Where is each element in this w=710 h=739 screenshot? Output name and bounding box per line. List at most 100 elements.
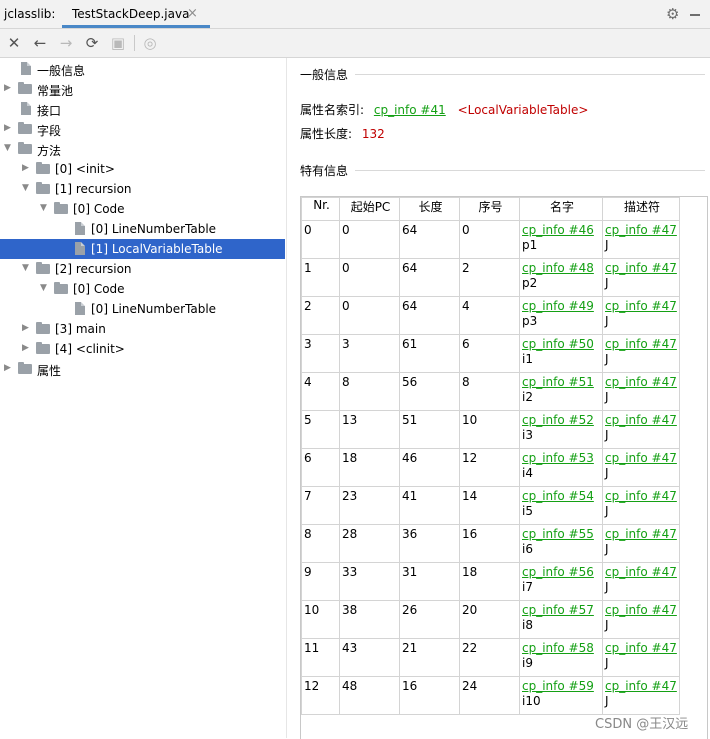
- column-header-nr[interactable]: Nr.: [301, 197, 340, 221]
- chevron-down-icon[interactable]: ▼: [40, 283, 50, 293]
- chevron-right-icon[interactable]: ▶: [22, 163, 32, 173]
- tree-item-method-main[interactable]: ▶ [3] main: [0, 319, 285, 339]
- cell-nr: 11: [301, 638, 340, 677]
- chevron-right-icon[interactable]: ▶: [4, 123, 14, 133]
- column-header-name[interactable]: 名字: [519, 197, 603, 221]
- tree-item-line-number-table[interactable]: [0] LineNumberTable: [0, 299, 285, 319]
- table-row[interactable]: 6 18 46 12 cp_info #53 i4 cp_info #47 J: [301, 448, 680, 487]
- column-header-start-pc[interactable]: 起始PC: [339, 197, 400, 221]
- name-link[interactable]: cp_info #55: [522, 527, 594, 541]
- chevron-down-icon[interactable]: ▼: [22, 263, 32, 273]
- descriptor-link[interactable]: cp_info #47: [605, 489, 677, 503]
- table-row[interactable]: 11 43 21 22 cp_info #58 i9 cp_info #47 J: [301, 638, 680, 677]
- tree-item-local-variable-table[interactable]: [1] LocalVariableTable: [0, 239, 285, 259]
- tree-item-method-recursion-2[interactable]: ▼ [2] recursion: [0, 259, 285, 279]
- tree-item-code[interactable]: ▼ [0] Code: [0, 279, 285, 299]
- name-link[interactable]: cp_info #48: [522, 261, 594, 275]
- descriptor-link[interactable]: cp_info #47: [605, 603, 677, 617]
- minimize-icon[interactable]: [690, 14, 700, 16]
- tree-item-method-clinit[interactable]: ▶ [4] <clinit>: [0, 339, 285, 359]
- column-header-length[interactable]: 长度: [399, 197, 460, 221]
- name-link[interactable]: cp_info #54: [522, 489, 594, 503]
- table-row[interactable]: 2 0 64 4 cp_info #49 p3 cp_info #47 J: [301, 296, 680, 335]
- tree-item-constant-pool[interactable]: ▶ 常量池: [0, 79, 285, 99]
- tree-item-fields[interactable]: ▶ 字段: [0, 119, 285, 139]
- tree-item-method-recursion-1[interactable]: ▼ [1] recursion: [0, 179, 285, 199]
- descriptor-link[interactable]: cp_info #47: [605, 413, 677, 427]
- cell-length: 64: [399, 258, 460, 297]
- descriptor-link[interactable]: cp_info #47: [605, 565, 677, 579]
- descriptor-link[interactable]: cp_info #47: [605, 299, 677, 313]
- descriptor-link[interactable]: cp_info #47: [605, 261, 677, 275]
- chevron-right-icon[interactable]: ▶: [22, 323, 32, 333]
- name-link[interactable]: cp_info #59: [522, 679, 594, 693]
- save-icon[interactable]: ▣: [109, 34, 127, 52]
- table-row[interactable]: 10 38 26 20 cp_info #57 i8 cp_info #47 J: [301, 600, 680, 639]
- cell-start-pc: 48: [339, 676, 400, 715]
- name-link[interactable]: cp_info #53: [522, 451, 594, 465]
- chevron-down-icon[interactable]: ▼: [22, 183, 32, 193]
- folder-icon: [18, 122, 32, 134]
- back-icon[interactable]: ←: [31, 34, 49, 52]
- name-value: i1: [522, 352, 533, 366]
- descriptor-link[interactable]: cp_info #47: [605, 641, 677, 655]
- column-header-index[interactable]: 序号: [459, 197, 520, 221]
- name-value: i4: [522, 466, 533, 480]
- column-header-descriptor[interactable]: 描述符: [602, 197, 680, 221]
- name-link[interactable]: cp_info #58: [522, 641, 594, 655]
- table-row[interactable]: 8 28 36 16 cp_info #55 i6 cp_info #47 J: [301, 524, 680, 563]
- name-link[interactable]: cp_info #49: [522, 299, 594, 313]
- name-link[interactable]: cp_info #56: [522, 565, 594, 579]
- tree-item-method-init[interactable]: ▶ [0] <init>: [0, 159, 285, 179]
- name-link[interactable]: cp_info #52: [522, 413, 594, 427]
- close-icon[interactable]: ✕: [5, 34, 23, 52]
- tree-item-interfaces[interactable]: 接口: [0, 99, 285, 119]
- attr-name-link[interactable]: cp_info #41: [374, 103, 446, 117]
- descriptor-link[interactable]: cp_info #47: [605, 451, 677, 465]
- descriptor-link[interactable]: cp_info #47: [605, 679, 677, 693]
- table-row[interactable]: 5 13 51 10 cp_info #52 i3 cp_info #47 J: [301, 410, 680, 449]
- tree-item-line-number-table[interactable]: [0] LineNumberTable: [0, 219, 285, 239]
- forward-icon[interactable]: →: [57, 34, 75, 52]
- cell-start-pc: 18: [339, 448, 400, 487]
- tree-item-methods[interactable]: ▼ 方法: [0, 139, 285, 159]
- descriptor-link[interactable]: cp_info #47: [605, 223, 677, 237]
- descriptor-link[interactable]: cp_info #47: [605, 375, 677, 389]
- tree-item-label: [0] Code: [73, 282, 125, 296]
- tab-testStackDeep[interactable]: TestStackDeep.java ×: [62, 0, 210, 28]
- name-link[interactable]: cp_info #57: [522, 603, 594, 617]
- chevron-right-icon[interactable]: ▶: [4, 363, 14, 373]
- web-icon[interactable]: ◎: [141, 34, 159, 52]
- cell-nr: 9: [301, 562, 340, 601]
- table-row[interactable]: 9 33 31 18 cp_info #56 i7 cp_info #47 J: [301, 562, 680, 601]
- refresh-icon[interactable]: ⟳: [83, 34, 101, 52]
- detail-panel: 一般信息 属性名索引: cp_info #41 <LocalVariableTa…: [286, 58, 710, 739]
- cell-start-pc: 23: [339, 486, 400, 525]
- chevron-down-icon[interactable]: ▼: [4, 143, 14, 153]
- descriptor-link[interactable]: cp_info #47: [605, 337, 677, 351]
- table-row[interactable]: 1 0 64 2 cp_info #48 p2 cp_info #47 J: [301, 258, 680, 297]
- tab-close-icon[interactable]: ×: [187, 6, 198, 21]
- cell-nr: 1: [301, 258, 340, 297]
- chevron-right-icon[interactable]: ▶: [22, 343, 32, 353]
- name-link[interactable]: cp_info #46: [522, 223, 594, 237]
- chevron-down-icon[interactable]: ▼: [40, 203, 50, 213]
- name-value: i2: [522, 390, 533, 404]
- lvt-grid: Nr. 起始PC 长度 序号 名字 描述符 0 0 64 0 cp_info #…: [301, 197, 680, 715]
- table-header-row: Nr. 起始PC 长度 序号 名字 描述符: [301, 197, 680, 221]
- name-link[interactable]: cp_info #51: [522, 375, 594, 389]
- descriptor-link[interactable]: cp_info #47: [605, 527, 677, 541]
- tree-item-code[interactable]: ▼ [0] Code: [0, 199, 285, 219]
- table-row[interactable]: 0 0 64 0 cp_info #46 p1 cp_info #47 J: [301, 220, 680, 259]
- tree-item-attributes[interactable]: ▶ 属性: [0, 359, 285, 379]
- cell-length: 26: [399, 600, 460, 639]
- table-row[interactable]: 12 48 16 24 cp_info #59 i10 cp_info #47 J: [301, 676, 680, 715]
- table-row[interactable]: 4 8 56 8 cp_info #51 i2 cp_info #47 J: [301, 372, 680, 411]
- chevron-right-icon[interactable]: ▶: [4, 83, 14, 93]
- table-row[interactable]: 7 23 41 14 cp_info #54 i5 cp_info #47 J: [301, 486, 680, 525]
- table-row[interactable]: 3 3 61 6 cp_info #50 i1 cp_info #47 J: [301, 334, 680, 373]
- cell-index: 18: [459, 562, 520, 601]
- gear-icon[interactable]: ⚙: [666, 5, 679, 23]
- name-link[interactable]: cp_info #50: [522, 337, 594, 351]
- tree-item-general-info[interactable]: 一般信息: [0, 59, 285, 79]
